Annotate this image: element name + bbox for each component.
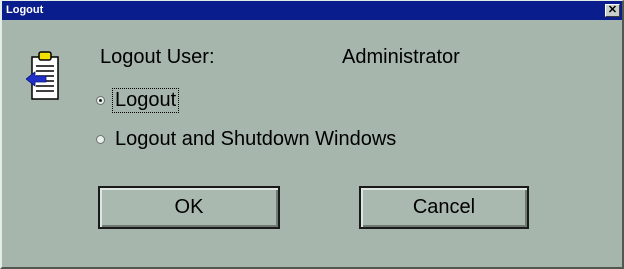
logout-user-value: Administrator	[342, 46, 460, 68]
close-button[interactable]: ✕	[605, 4, 620, 17]
window-title: Logout	[6, 4, 44, 16]
radio-logout-shutdown-label[interactable]: Logout and Shutdown Windows	[113, 128, 398, 151]
ok-button[interactable]: OK	[98, 186, 280, 229]
radio-unselected-icon[interactable]	[96, 135, 105, 144]
radio-selected-icon[interactable]	[96, 96, 105, 105]
radio-logout-shutdown[interactable]: Logout and Shutdown Windows	[96, 128, 398, 151]
close-icon: ✕	[607, 4, 618, 16]
logout-dialog: Logout ✕ Logout User: Administrator Logo…	[0, 0, 624, 269]
radio-logout-label[interactable]: Logout	[111, 88, 180, 113]
cancel-button[interactable]: Cancel	[359, 186, 529, 229]
logout-clipboard-icon	[26, 51, 59, 100]
title-bar: Logout ✕	[2, 1, 622, 20]
logout-user-label: Logout User:	[100, 46, 215, 68]
radio-logout[interactable]: Logout	[96, 88, 180, 113]
